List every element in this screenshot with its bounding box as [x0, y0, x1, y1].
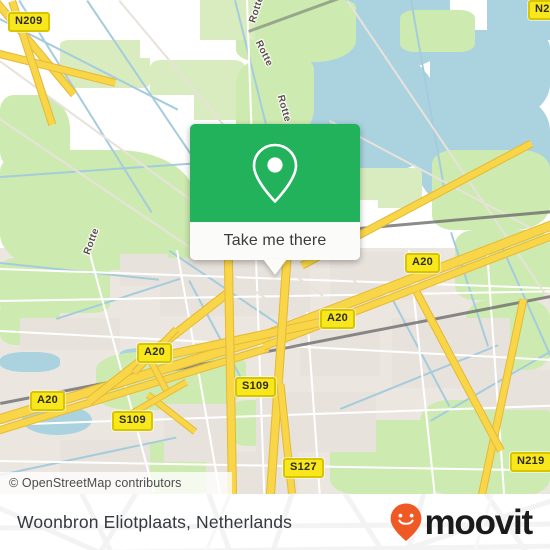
road-shield-s109-west: S109 — [112, 411, 153, 431]
footer-bar: Woonbron Eliotplaats, Netherlands moovit — [0, 494, 550, 550]
take-me-there-label: Take me there — [223, 232, 327, 249]
moovit-wordmark: moovit — [424, 502, 533, 542]
map-attribution[interactable]: © OpenStreetMap contributors — [0, 472, 232, 494]
road-shield-n209: N209 — [8, 12, 50, 32]
road-shield-s109-center: S109 — [235, 377, 276, 397]
road-shield-s127: S127 — [283, 458, 324, 478]
road-shield-n219: N219 — [510, 452, 550, 472]
location-name: Woonbron Eliotplaats, Netherlands — [17, 511, 293, 532]
road-shield-a20-west: A20 — [30, 391, 66, 411]
road-shield-a20-east: A20 — [405, 253, 441, 273]
map-canvas[interactable]: N209 N2 A20 A20 A20 A20 S109 S109 S127 N… — [0, 0, 550, 494]
callout-icon-panel — [190, 124, 360, 222]
attribution-text: © OpenStreetMap contributors — [9, 476, 182, 490]
road-shield-n2-partial: N2 — [528, 0, 550, 20]
callout-action-bar[interactable]: Take me there — [190, 222, 360, 275]
road-shield-a20-mid: A20 — [137, 343, 173, 363]
map-pin-icon — [252, 143, 298, 203]
callout-tail — [263, 259, 287, 275]
map-share-card: N209 N2 A20 A20 A20 A20 S109 S109 S127 N… — [0, 0, 550, 550]
road-shield-a20-center: A20 — [320, 309, 356, 329]
location-callout[interactable]: Take me there — [190, 124, 360, 275]
page-title: Woonbron Eliotplaats, Netherlands — [17, 494, 292, 550]
moovit-logo[interactable]: moovit — [389, 494, 533, 550]
moovit-smiley-pin-icon — [391, 503, 422, 541]
